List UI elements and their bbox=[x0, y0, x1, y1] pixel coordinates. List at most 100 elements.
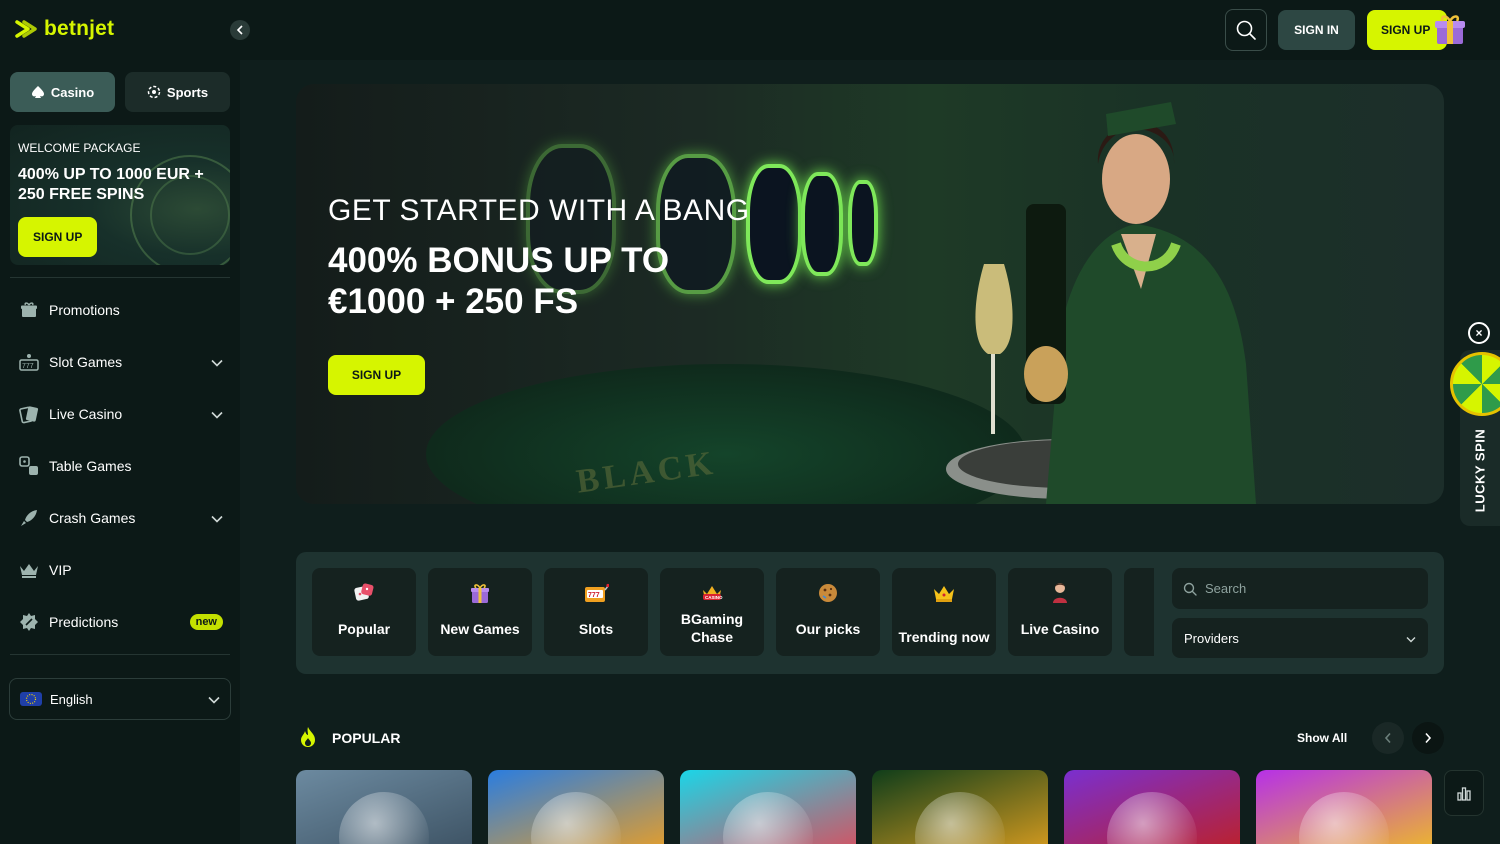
crown-trending-icon bbox=[931, 580, 957, 606]
game-art bbox=[531, 792, 621, 844]
new-badge: new bbox=[189, 614, 223, 630]
game-tile-couple-selfie[interactable] bbox=[680, 770, 856, 844]
gift-box-icon bbox=[1435, 15, 1465, 44]
slot-777-icon: 777 bbox=[583, 580, 609, 606]
sidebar-item-label: Promotions bbox=[49, 302, 120, 318]
category-overflow-edge bbox=[1124, 568, 1154, 656]
predictions-icon bbox=[18, 611, 40, 633]
table-games-icon bbox=[18, 455, 40, 477]
category-label: Our picks bbox=[795, 621, 861, 637]
game-search-field[interactable] bbox=[1172, 568, 1428, 609]
carousel-prev-button[interactable] bbox=[1372, 722, 1404, 754]
topbar: SIGN IN SIGN UP bbox=[240, 0, 1500, 60]
sidebar-item-label: Table Games bbox=[49, 458, 132, 474]
slot-machine-icon: 777 bbox=[18, 351, 40, 373]
hero-title: 400% BONUS UP TO €1000 + 250 FS bbox=[328, 241, 670, 321]
eu-flag-icon bbox=[20, 692, 42, 706]
sidebar-divider bbox=[10, 277, 230, 278]
promo-signup-button[interactable]: SIGN UP bbox=[18, 217, 98, 257]
crown-icon bbox=[18, 559, 40, 581]
category-label: BGaming Chase bbox=[680, 611, 744, 645]
game-art bbox=[1299, 792, 1389, 844]
casino-chase-icon: CASINO bbox=[699, 580, 725, 606]
chevron-down-icon bbox=[208, 692, 220, 707]
dealer-icon bbox=[1047, 580, 1073, 606]
logo-arrow-icon bbox=[15, 20, 37, 38]
plane-window-decoration bbox=[848, 180, 878, 266]
language-select[interactable]: English bbox=[9, 678, 231, 720]
game-tile-sun-slot[interactable] bbox=[1256, 770, 1432, 844]
svg-text:CASINO: CASINO bbox=[705, 595, 723, 600]
dice-icon bbox=[351, 580, 377, 606]
sidebar-item-promotions[interactable]: Promotions bbox=[18, 294, 223, 326]
mode-tabs: Casino Sports bbox=[10, 72, 230, 112]
svg-text:777: 777 bbox=[22, 363, 34, 370]
chevron-down-icon[interactable] bbox=[211, 406, 223, 422]
category-slots[interactable]: 777 Slots bbox=[544, 568, 648, 656]
gift-icon bbox=[18, 299, 40, 321]
spade-icon bbox=[31, 86, 44, 98]
sign-in-button[interactable]: SIGN IN bbox=[1278, 10, 1355, 50]
chevron-left-icon bbox=[1384, 732, 1391, 744]
welcome-promo-card: WELCOME PACKAGE 400% UP TO 1000 EUR + 25… bbox=[10, 125, 230, 265]
plane-window-decoration bbox=[746, 164, 802, 284]
promo-title: 400% UP TO 1000 EUR + 250 FREE SPINS bbox=[18, 166, 204, 203]
sidebar-item-label: Crash Games bbox=[49, 510, 136, 526]
sidebar-item-label: VIP bbox=[49, 562, 72, 578]
category-our-picks[interactable]: Our picks bbox=[776, 568, 880, 656]
lucky-spin-label: LUCKY SPIN bbox=[1472, 428, 1488, 512]
sidebar-item-label: Slot Games bbox=[49, 354, 123, 370]
game-art bbox=[339, 792, 429, 844]
sidebar-item-live-casino[interactable]: Live Casino bbox=[18, 398, 223, 430]
chevron-down-icon[interactable] bbox=[211, 510, 223, 526]
sidebar-item-table-games[interactable]: Table Games bbox=[18, 450, 223, 482]
promo-kicker: WELCOME PACKAGE bbox=[18, 141, 141, 155]
show-all-link[interactable]: Show All bbox=[1297, 731, 1347, 745]
providers-label: Providers bbox=[1184, 630, 1239, 646]
brand-logo[interactable]: betnjet bbox=[14, 16, 114, 42]
carousel-next-button[interactable] bbox=[1412, 722, 1444, 754]
stats-button[interactable] bbox=[1444, 770, 1484, 816]
sidebar-item-predictions[interactable]: Predictions new bbox=[18, 606, 223, 638]
game-search-input[interactable] bbox=[1205, 581, 1405, 596]
svg-text:777: 777 bbox=[588, 592, 600, 599]
game-tile-green-monster[interactable] bbox=[1064, 770, 1240, 844]
tab-casino[interactable]: Casino bbox=[10, 72, 115, 112]
lucky-spin-label-wrap[interactable]: LUCKY SPIN bbox=[1462, 420, 1498, 520]
gift-box-icon bbox=[467, 580, 493, 606]
game-tile-money-pyramid[interactable] bbox=[872, 770, 1048, 844]
game-tile-golden-pig[interactable] bbox=[488, 770, 664, 844]
category-new-games[interactable]: New Games bbox=[428, 568, 532, 656]
rocket-icon bbox=[18, 507, 40, 529]
plane-window-decoration bbox=[801, 172, 843, 276]
category-label: Trending now bbox=[898, 629, 990, 645]
soccer-ball-icon bbox=[147, 85, 161, 99]
bar-chart-icon bbox=[1457, 787, 1471, 801]
game-tile-cowboy-archer[interactable] bbox=[296, 770, 472, 844]
category-label: Live Casino bbox=[1020, 621, 1100, 637]
sidebar-item-crash-games[interactable]: Crash Games bbox=[18, 502, 223, 534]
category-bgaming-chase[interactable]: CASINO BGaming Chase bbox=[660, 568, 764, 656]
sidebar: betnjet Casino Sports WELCOME PACKAGE 40… bbox=[0, 0, 240, 844]
cards-icon bbox=[18, 403, 40, 425]
hostess-with-champagne-illustration bbox=[946, 102, 1256, 504]
chevron-down-icon[interactable] bbox=[211, 354, 223, 370]
sidebar-divider bbox=[10, 654, 230, 655]
sidebar-collapse-button[interactable] bbox=[230, 20, 250, 40]
category-trending-now[interactable]: Trending now bbox=[892, 568, 996, 656]
sidebar-item-label: Live Casino bbox=[49, 406, 123, 422]
chevron-right-icon bbox=[1425, 732, 1432, 744]
close-icon[interactable]: × bbox=[1468, 322, 1490, 344]
sidebar-item-vip[interactable]: VIP bbox=[18, 554, 223, 586]
category-label: Popular bbox=[337, 621, 391, 637]
category-popular[interactable]: Popular bbox=[312, 568, 416, 656]
hero-signup-button[interactable]: SIGN UP bbox=[328, 355, 425, 395]
sidebar-item-slot-games[interactable]: 777 Slot Games bbox=[18, 346, 223, 378]
chevron-left-icon bbox=[236, 25, 243, 35]
section-title: POPULAR bbox=[332, 730, 401, 746]
providers-select[interactable]: Providers bbox=[1172, 618, 1428, 658]
search-button[interactable] bbox=[1225, 9, 1267, 51]
category-live-casino[interactable]: Live Casino bbox=[1008, 568, 1112, 656]
lucky-wheel-icon[interactable] bbox=[1450, 352, 1500, 416]
tab-sports[interactable]: Sports bbox=[125, 72, 230, 112]
